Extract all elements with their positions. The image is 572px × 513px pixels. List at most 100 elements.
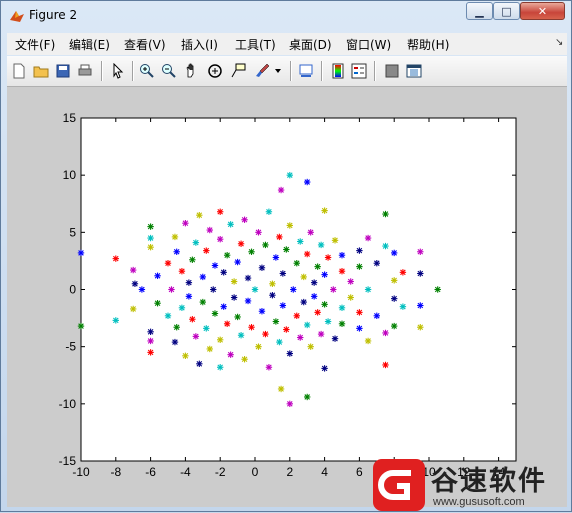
data-point <box>199 273 206 281</box>
data-point <box>382 329 389 337</box>
data-point <box>164 260 172 267</box>
data-point <box>185 293 193 300</box>
data-point <box>277 385 285 393</box>
data-point <box>331 237 339 244</box>
data-point <box>196 211 203 219</box>
data-point <box>164 312 172 319</box>
data-point <box>196 360 203 368</box>
data-point <box>279 302 287 309</box>
data-point <box>314 263 321 270</box>
data-point <box>265 208 273 215</box>
data-point <box>417 248 424 255</box>
data-point <box>324 254 332 261</box>
data-point <box>112 255 119 262</box>
data-point <box>173 324 180 331</box>
data-point <box>241 356 248 363</box>
data-point <box>227 351 234 358</box>
data-point <box>286 400 293 408</box>
data-point <box>203 325 210 332</box>
x-tick-label: -2 <box>215 465 226 479</box>
data-point <box>304 321 311 329</box>
data-point <box>217 336 224 344</box>
data-point <box>211 310 219 317</box>
data-point <box>255 343 262 350</box>
figure-window: Figure 2 ▁ □ ✕ 文件(F) 编辑(E) 查看(V) 插入(I) 工… <box>0 0 572 512</box>
data-point <box>131 280 139 287</box>
data-point <box>373 312 380 319</box>
data-point <box>234 313 241 321</box>
data-point <box>244 274 252 282</box>
data-point <box>304 250 311 258</box>
data-point <box>258 308 266 315</box>
data-point <box>168 286 175 293</box>
scatter-axes[interactable]: -10-8-6-4-202468101214 151050-5-10-15 <box>1 1 572 513</box>
data-point <box>265 364 273 371</box>
data-point <box>147 337 154 345</box>
data-point <box>277 186 285 194</box>
data-point <box>347 278 354 285</box>
data-point <box>192 239 200 246</box>
data-point <box>154 300 161 307</box>
watermark-url: www.gususoft.com <box>433 496 525 508</box>
data-point <box>217 364 224 371</box>
x-tick-label: 6 <box>356 465 363 479</box>
data-point <box>417 302 424 309</box>
data-point <box>147 328 154 336</box>
data-point <box>248 324 255 331</box>
data-point <box>330 286 337 293</box>
data-point <box>77 322 85 330</box>
data-point <box>77 249 85 257</box>
data-point <box>356 325 363 332</box>
data-point <box>147 349 154 356</box>
data-point <box>382 361 389 369</box>
data-point <box>230 278 238 285</box>
data-point <box>310 279 318 286</box>
y-tick-label: -5 <box>65 340 76 354</box>
data-point <box>373 260 380 267</box>
data-point <box>211 262 219 269</box>
data-point <box>279 270 287 277</box>
data-point <box>338 304 346 311</box>
data-point <box>255 229 262 236</box>
data-point <box>290 286 297 293</box>
data-point <box>182 219 189 227</box>
data-point <box>269 292 276 299</box>
data-point <box>237 332 245 339</box>
data-point <box>304 393 311 401</box>
data-point <box>324 318 332 325</box>
data-point <box>206 226 213 234</box>
data-point <box>391 322 398 330</box>
data-point <box>321 271 328 278</box>
data-point <box>314 309 321 316</box>
data-point <box>147 234 154 242</box>
data-point <box>258 264 266 271</box>
data-point <box>364 234 372 242</box>
data-point <box>321 301 328 308</box>
data-point <box>272 254 280 261</box>
data-point <box>185 279 193 286</box>
data-point <box>321 365 328 372</box>
data-point <box>283 326 290 333</box>
data-point <box>286 222 293 229</box>
data-point <box>220 269 227 276</box>
data-point <box>399 269 407 276</box>
data-point <box>304 178 311 186</box>
data-point <box>192 333 200 340</box>
y-tick-label: 15 <box>63 111 77 125</box>
x-tick-label: -4 <box>180 465 191 479</box>
data-point <box>276 233 283 241</box>
data-point <box>364 286 372 293</box>
y-tick-label: 10 <box>63 168 77 182</box>
watermark-logo <box>373 459 425 511</box>
data-point <box>434 286 441 293</box>
data-point <box>220 303 227 310</box>
data-point <box>293 312 300 319</box>
data-point <box>331 335 339 342</box>
data-point <box>391 295 398 302</box>
y-tick-label: 0 <box>69 283 76 297</box>
x-tick-label: -8 <box>110 465 121 479</box>
data-point <box>112 317 119 324</box>
data-point <box>217 235 224 243</box>
data-point <box>199 298 206 306</box>
data-point <box>203 247 210 254</box>
